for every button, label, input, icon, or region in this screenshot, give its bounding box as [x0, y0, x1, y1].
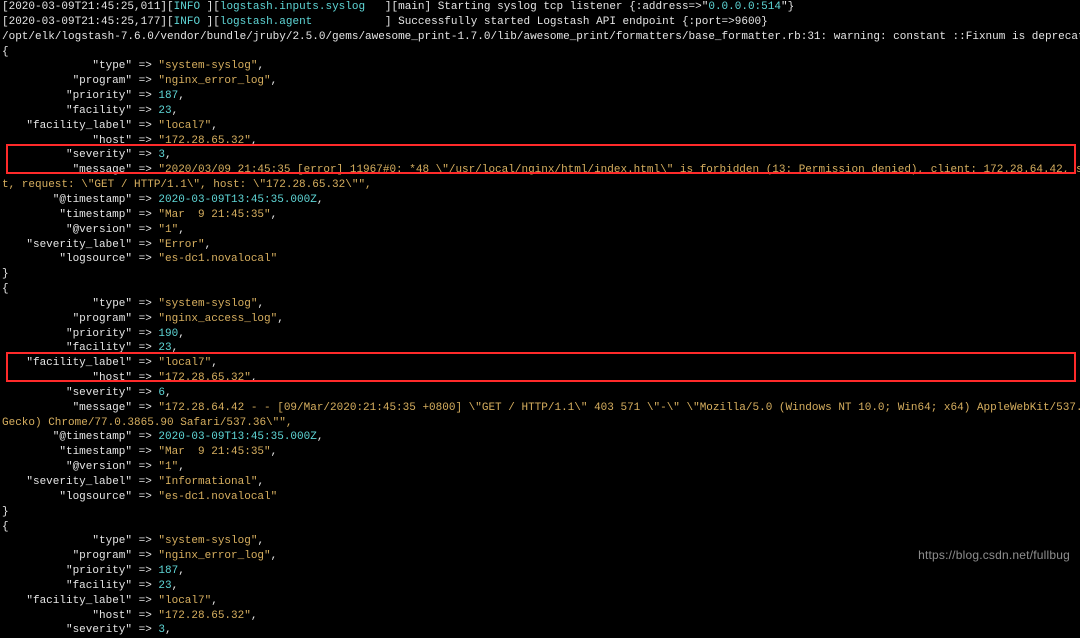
log-kv: "facility" => 23,: [2, 341, 1078, 356]
log-kv: "priority" => 187,: [2, 564, 1078, 579]
log-kv: "logsource" => "es-dc1.novalocal": [2, 252, 1078, 267]
log-line: /opt/elk/logstash-7.6.0/vendor/bundle/jr…: [2, 30, 1078, 45]
log-continuation: t, request: \"GET / HTTP/1.1\", host: \"…: [2, 178, 1078, 193]
log-line: [2020-03-09T21:45:25,011][INFO ][logstas…: [2, 0, 1078, 15]
log-kv: "timestamp" => "Mar 9 21:45:35",: [2, 208, 1078, 223]
log-kv: "message" => "2020/03/09 21:45:35 [error…: [2, 163, 1078, 178]
log-kv: "facility_label" => "local7",: [2, 119, 1078, 134]
log-kv: "host" => "172.28.65.32",: [2, 371, 1078, 386]
log-kv: "type" => "system-syslog",: [2, 297, 1078, 312]
log-kv: "program" => "nginx_error_log",: [2, 74, 1078, 89]
log-kv: "timestamp" => "Mar 9 21:45:35",: [2, 445, 1078, 460]
log-kv: "type" => "system-syslog",: [2, 59, 1078, 74]
log-kv: "logsource" => "es-dc1.novalocal": [2, 490, 1078, 505]
log-kv: "severity" => 3,: [2, 148, 1078, 163]
log-kv: "severity" => 3,: [2, 623, 1078, 638]
log-kv: "priority" => 187,: [2, 89, 1078, 104]
watermark-text: https://blog.csdn.net/fullbug: [918, 547, 1070, 563]
log-kv: "message" => "172.28.64.42 - - [09/Mar/2…: [2, 401, 1078, 416]
log-kv: "program" => "nginx_access_log",: [2, 312, 1078, 327]
log-kv: "facility_label" => "local7",: [2, 594, 1078, 609]
log-kv: "@timestamp" => 2020-03-09T13:45:35.000Z…: [2, 193, 1078, 208]
log-kv: "severity_label" => "Error",: [2, 238, 1078, 253]
log-kv: "host" => "172.28.65.32",: [2, 134, 1078, 149]
log-kv: "type" => "system-syslog",: [2, 534, 1078, 549]
log-kv: "program" => "nginx_error_log",: [2, 549, 1078, 564]
log-kv: "host" => "172.28.65.32",: [2, 609, 1078, 624]
log-kv: "facility_label" => "local7",: [2, 356, 1078, 371]
log-kv: "priority" => 190,: [2, 327, 1078, 342]
log-kv: "@timestamp" => 2020-03-09T13:45:35.000Z…: [2, 430, 1078, 445]
terminal-output: [2020-03-09T21:45:25,011][INFO ][logstas…: [0, 0, 1080, 638]
log-kv: "@version" => "1",: [2, 460, 1078, 475]
log-kv: "facility" => 23,: [2, 579, 1078, 594]
log-kv: "severity" => 6,: [2, 386, 1078, 401]
log-kv: "@version" => "1",: [2, 223, 1078, 238]
log-kv: "severity_label" => "Informational",: [2, 475, 1078, 490]
log-kv: "facility" => 23,: [2, 104, 1078, 119]
log-continuation: Gecko) Chrome/77.0.3865.90 Safari/537.36…: [2, 416, 1078, 431]
log-line: [2020-03-09T21:45:25,177][INFO ][logstas…: [2, 15, 1078, 30]
